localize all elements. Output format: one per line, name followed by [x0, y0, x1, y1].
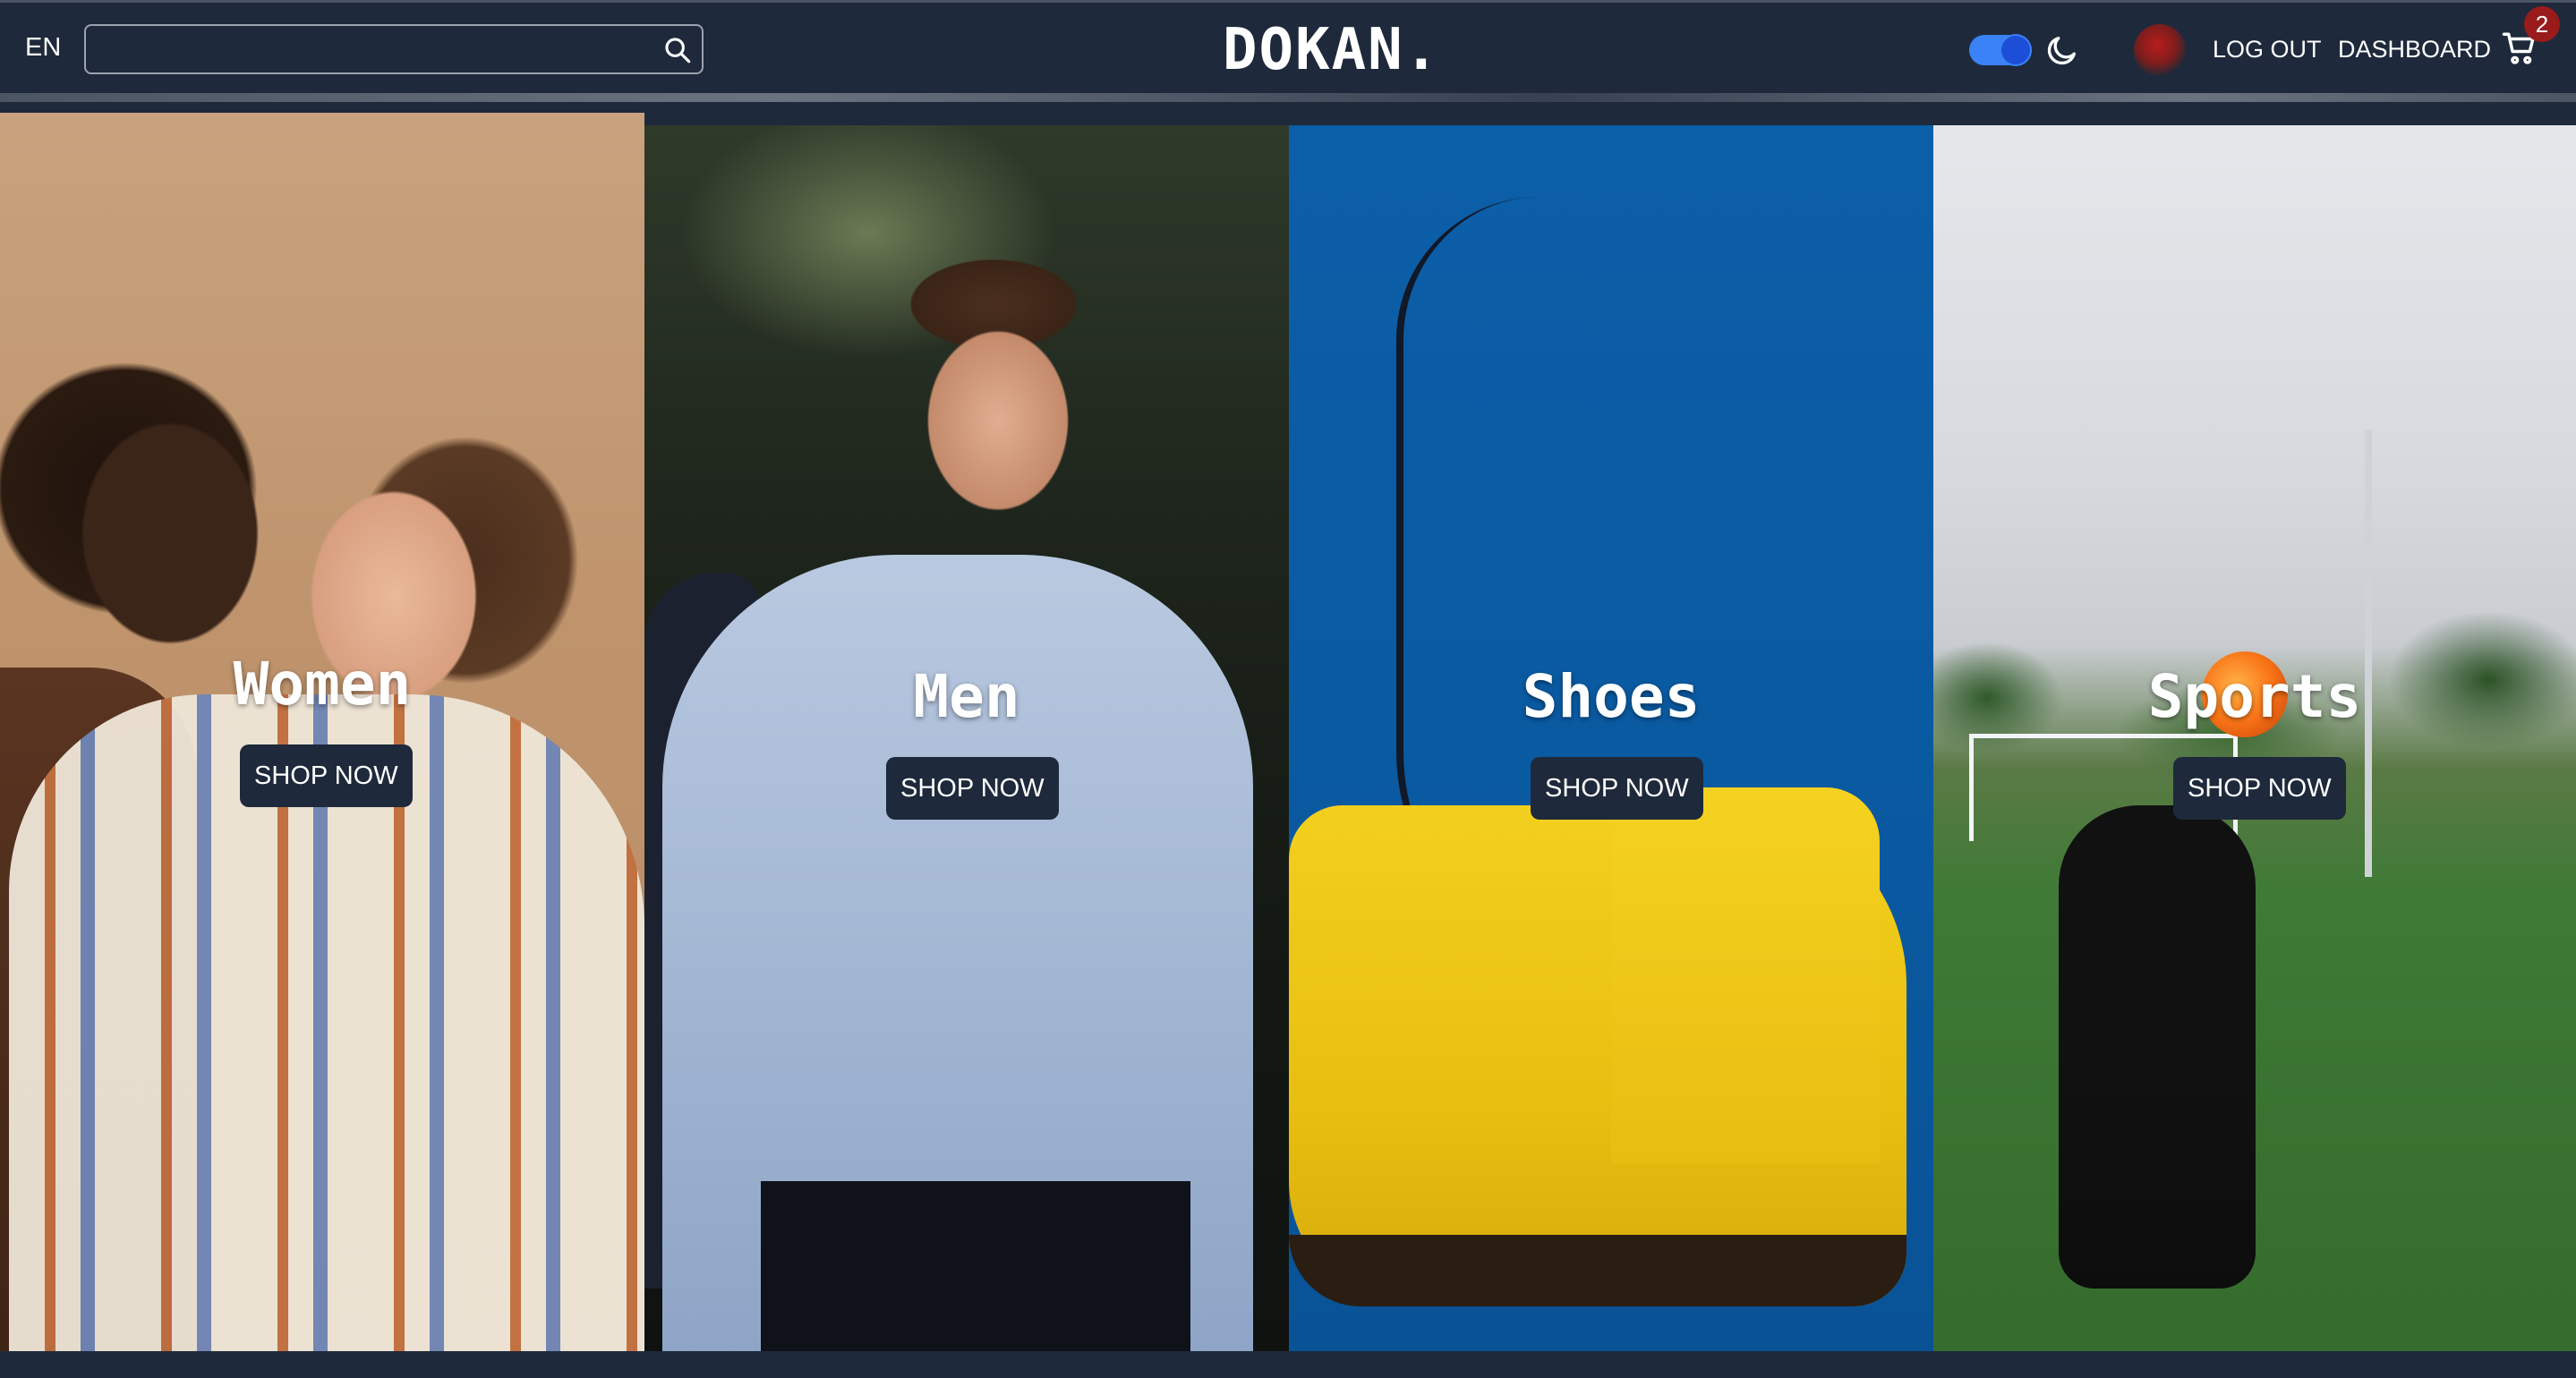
- language-selector[interactable]: EN: [25, 33, 61, 63]
- search-input[interactable]: [84, 24, 704, 74]
- search-icon[interactable]: [662, 35, 693, 65]
- moon-icon[interactable]: [2044, 32, 2080, 68]
- sports-image-detail: [2365, 430, 2372, 877]
- page-footer-strip: [0, 1351, 2576, 1378]
- site-logo[interactable]: DOKAN.: [1223, 17, 1440, 83]
- shop-now-button[interactable]: SHOP NOW: [886, 757, 1059, 820]
- shoes-image-detail: [1289, 1235, 1906, 1306]
- category-title: Men: [913, 662, 1020, 731]
- toggle-knob: [2001, 36, 2030, 64]
- men-image-detail: [761, 1181, 1190, 1364]
- category-title: Women: [233, 650, 412, 719]
- shoes-image-detail: [1611, 787, 1880, 1163]
- category-shoes[interactable]: Shoes SHOP NOW: [1289, 125, 1933, 1364]
- logout-link[interactable]: LOG OUT: [2213, 36, 2322, 64]
- sports-image-detail: [2059, 805, 2256, 1289]
- cart-count-badge: 2: [2524, 6, 2560, 42]
- header-divider: [0, 93, 2576, 102]
- category-women[interactable]: Women SHOP NOW: [0, 113, 644, 1351]
- dashboard-link[interactable]: DASHBOARD: [2338, 36, 2491, 64]
- shop-now-button[interactable]: SHOP NOW: [240, 744, 413, 807]
- category-sports[interactable]: Sports SHOP NOW: [1933, 125, 2576, 1364]
- shop-now-button[interactable]: SHOP NOW: [2173, 757, 2346, 820]
- top-navbar: EN DOKAN. LOG OUT DASHBOARD 2: [0, 0, 2576, 93]
- category-men[interactable]: Men SHOP NOW: [644, 125, 1289, 1364]
- user-avatar[interactable]: [2134, 24, 2186, 76]
- shop-now-button[interactable]: SHOP NOW: [1531, 757, 1703, 820]
- category-title: Sports: [2147, 662, 2362, 731]
- category-title: Shoes: [1522, 662, 1701, 731]
- theme-toggle[interactable]: [1969, 35, 2032, 65]
